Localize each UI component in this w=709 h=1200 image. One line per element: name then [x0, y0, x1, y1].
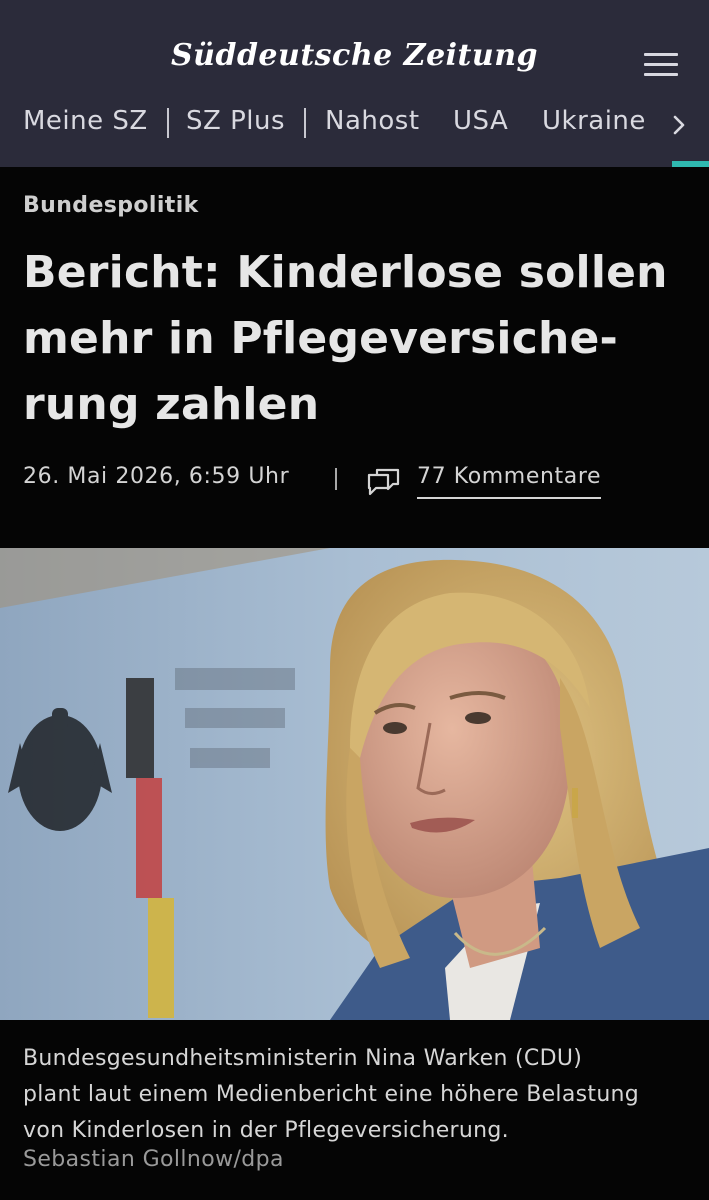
nav-item-ukraine[interactable]: Ukraine [542, 106, 646, 136]
nav-separator [304, 108, 306, 138]
chevron-right-icon[interactable] [668, 114, 690, 136]
caption-line: plant laut einem Medienbericht eine höhe… [23, 1082, 640, 1107]
article-kicker[interactable]: Bundespolitik [23, 193, 199, 218]
nav-item-nahost[interactable]: Nahost [325, 106, 420, 136]
headline-line: mehr in Pflegeversiche- [23, 313, 619, 364]
nav-separator [167, 108, 169, 138]
article-meta: 26. Mai 2026, 6:59 Uhr 77 Kommentare [23, 462, 683, 502]
site-logo[interactable]: Süddeutsche Zeitung [0, 38, 709, 73]
image-credit: Sebastian Gollnow/dpa [23, 1147, 284, 1172]
headline-line: rung zahlen [23, 379, 320, 430]
nav-item-meine-sz[interactable]: Meine SZ [23, 106, 148, 136]
image-caption: Bundesgesundheitsministerin Nina Warken … [23, 1041, 693, 1149]
nav-scroll-indicator [672, 161, 709, 167]
caption-line: von Kinderlosen in der Pflegeversicherun… [23, 1118, 509, 1143]
article-headline: Bericht: Kinderlose sollen mehr in Pfleg… [23, 240, 683, 438]
caption-line: Bundesgesundheitsministerin Nina Warken … [23, 1046, 583, 1071]
menu-icon[interactable] [640, 50, 680, 80]
nav-item-sz-plus[interactable]: SZ Plus [186, 106, 285, 136]
meta-separator [335, 468, 337, 490]
article-image [0, 548, 709, 1020]
comments-link[interactable]: 77 Kommentare [417, 464, 602, 499]
press-conference-photo [0, 548, 709, 1020]
headline-line: Bericht: Kinderlose sollen [23, 247, 668, 298]
comment-icon[interactable] [366, 464, 402, 496]
section-nav: Meine SZ SZ Plus Nahost USA Ukraine [0, 96, 709, 156]
site-header: Süddeutsche Zeitung Meine SZ SZ Plus Nah… [0, 0, 709, 167]
nav-item-usa[interactable]: USA [453, 106, 508, 136]
publish-date: 26. Mai 2026, 6:59 Uhr [23, 464, 290, 489]
